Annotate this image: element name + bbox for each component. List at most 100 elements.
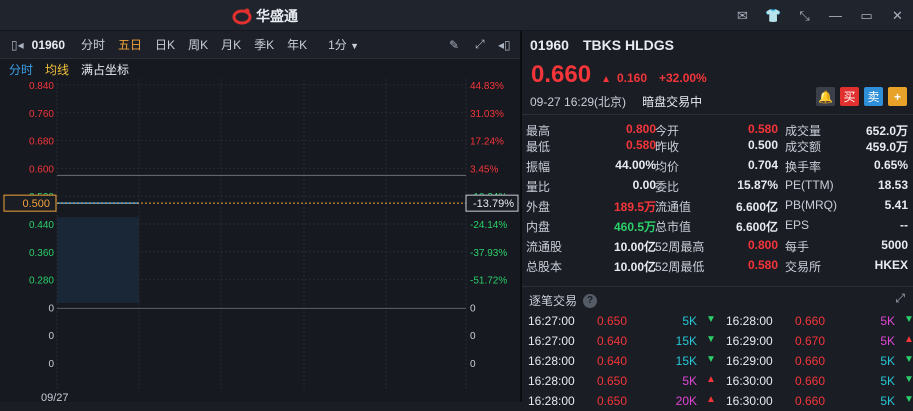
stat-label: 流通值 (655, 200, 692, 214)
close-icon[interactable]: ✕ (882, 0, 913, 31)
stat-label: 每手 (785, 240, 810, 254)
bell-icon[interactable]: 🔔 (816, 87, 835, 106)
stat-value: 6.600亿 (735, 220, 778, 234)
stat-label: 外盘 (526, 200, 551, 214)
quote-panel: 01960 TBKS HLDGS 0.660 ▲ 0.160 +32.00% 0… (522, 31, 913, 408)
chart-toolbar: ▯◂ 01960 分时 五日 日K 周K 月K 季K 年K 1分 ▼ ✎ ⤢ ◂… (0, 31, 520, 59)
huasheng-logo-icon (232, 7, 252, 25)
indicator-ma[interactable]: 均线 (45, 61, 69, 78)
pen-icon[interactable]: ✎ (449, 38, 459, 52)
quote-code: 01960 (530, 37, 569, 53)
interval-label: 1分 (328, 38, 347, 52)
sell-button[interactable]: 卖 (864, 87, 883, 106)
y-tick-label: 0.280 (29, 276, 54, 287)
stat-label: 成交额 (785, 140, 822, 154)
y-tick-label: 0 (48, 331, 54, 342)
stat-label: 交易所 (785, 260, 822, 274)
tab-day-k[interactable]: 日K (155, 36, 175, 53)
stat-label: 换手率 (785, 160, 822, 174)
stat-value: 0.800 (625, 122, 656, 136)
collapse-panel-icon[interactable]: ◂▯ (498, 38, 511, 52)
tick-time: 16:27:00 (528, 334, 575, 348)
indicator-full-scale[interactable]: 满占坐标 (81, 61, 129, 78)
tick-price: 0.660 (795, 314, 826, 328)
tab-month-k[interactable]: 月K (221, 36, 241, 53)
up-arrow-icon: ▲ (601, 74, 611, 85)
ticks-title: 逐笔交易 (529, 294, 578, 308)
stat-label: 均价 (655, 160, 680, 174)
tab-five-day[interactable]: 五日 (118, 36, 142, 53)
shirt-icon[interactable]: 👕 (758, 0, 789, 31)
expand-icon[interactable]: ⤢ (475, 37, 485, 52)
tick-price: 0.650 (597, 374, 628, 388)
mail-icon[interactable]: ✉ (727, 0, 758, 31)
stat-row: 振幅 44.00% 均价 0.704 换手率 0.65% (522, 155, 913, 175)
tick-volume: 5K (682, 314, 697, 328)
tick-time: 16:29:00 (726, 354, 773, 368)
stat-value: 0.00 (632, 178, 656, 192)
tick-row: 16:27:00 0.640 15K ▼ 16:29:00 0.670 5K ▲ (522, 331, 913, 351)
price-chart[interactable]: 0.840 44.83% 0.760 31.03% 0.680 17.24% 0.600 3.… (0, 79, 520, 404)
tick-time: 16:29:00 (726, 334, 773, 348)
tick-price: 0.650 (597, 314, 628, 328)
current-pct-label: -13.79% (473, 198, 514, 210)
y-tick-pct-label: 31.03% (470, 109, 504, 120)
maximize-icon[interactable]: ▭ (851, 0, 882, 31)
panel-toggle-icon[interactable]: ▯◂ (11, 38, 24, 52)
minimize-icon[interactable]: — (820, 0, 851, 31)
y-tick-pct-label: -37.93% (470, 248, 507, 259)
arrow-down-icon: ▼ (706, 334, 716, 345)
buy-button[interactable]: 买 (840, 87, 859, 106)
stat-value: 10.00亿 (613, 240, 656, 254)
stat-row: 最低 0.580 昨收 0.500 成交额 459.0万 (522, 135, 913, 155)
tick-price: 0.640 (597, 354, 628, 368)
tab-year-k[interactable]: 年K (287, 36, 307, 53)
tick-time: 16:28:00 (726, 314, 773, 328)
quote-time: 09-27 16:29(北京) (530, 95, 627, 109)
arrow-down-icon: ▼ (706, 314, 716, 325)
stat-row: 量比 0.00 委比 15.87% PE(TTM) 18.53 (522, 175, 913, 195)
stat-label: 52周最低 (655, 260, 705, 274)
tab-intraday[interactable]: 分时 (81, 36, 105, 53)
stat-value: 0.580 (747, 122, 778, 136)
tick-time: 16:30:00 (726, 374, 773, 388)
interval-select[interactable]: 1分 ▼ (328, 36, 359, 53)
tick-volume: 5K (880, 354, 895, 368)
tick-row: 16:28:00 0.640 15K ▼ 16:29:00 0.660 5K ▼ (522, 351, 913, 371)
help-icon[interactable]: ? (583, 293, 598, 308)
stat-value: -- (900, 218, 908, 232)
stat-label: 总股本 (526, 260, 563, 274)
stat-label: 委比 (655, 180, 680, 194)
tab-quarter-k[interactable]: 季K (254, 36, 274, 53)
tick-volume: 5K (880, 374, 895, 388)
stat-value: 44.00% (615, 158, 656, 172)
arrow-down-icon: ▼ (904, 354, 913, 365)
expand-ticks-icon[interactable]: ⤢ (895, 291, 905, 306)
date-label: 09/27 (41, 392, 69, 402)
stat-label: 流通股 (526, 240, 563, 254)
stat-value: 0.500 (747, 138, 778, 152)
tick-price: 0.660 (795, 374, 826, 388)
quote-name: TBKS HLDGS (582, 37, 674, 53)
collapse-icon[interactable]: ⤡ (789, 0, 820, 31)
stat-label: EPS (785, 218, 810, 232)
stat-label: 昨收 (655, 140, 680, 154)
tick-volume: 5K (682, 374, 697, 388)
tick-time: 16:28:00 (528, 394, 575, 408)
stats-table: 最高 0.800 今开 0.580 成交量 652.0万 最低 0.580 昨收 0.500 成交额… (522, 114, 913, 275)
y-tick-pct-label: 0 (470, 359, 476, 370)
add-watchlist-button[interactable]: + (888, 87, 907, 106)
stat-value: 0.580 (747, 258, 778, 272)
chart-panel: ▯◂ 01960 分时 五日 日K 周K 月K 季K 年K 1分 ▼ ✎ ⤢ ◂… (0, 31, 520, 404)
y-tick-label: 0.840 (29, 81, 54, 92)
y-tick-pct-label: 44.83% (470, 81, 504, 92)
tick-price: 0.650 (597, 394, 628, 408)
stat-value: 5000 (881, 238, 908, 252)
stat-row: 总股本 10.00亿 52周最低 0.580 交易所 HKEX (522, 255, 913, 275)
tick-time: 16:30:00 (726, 394, 773, 408)
tab-week-k[interactable]: 周K (188, 36, 208, 53)
indicator-intraday[interactable]: 分时 (9, 61, 33, 78)
stat-label: PE(TTM) (785, 178, 834, 192)
tick-row: 16:28:00 0.650 5K ▲ 16:30:00 0.660 5K ▼ (522, 371, 913, 391)
stat-row: 内盘 460.5万 总市值 6.600亿 EPS -- (522, 215, 913, 235)
